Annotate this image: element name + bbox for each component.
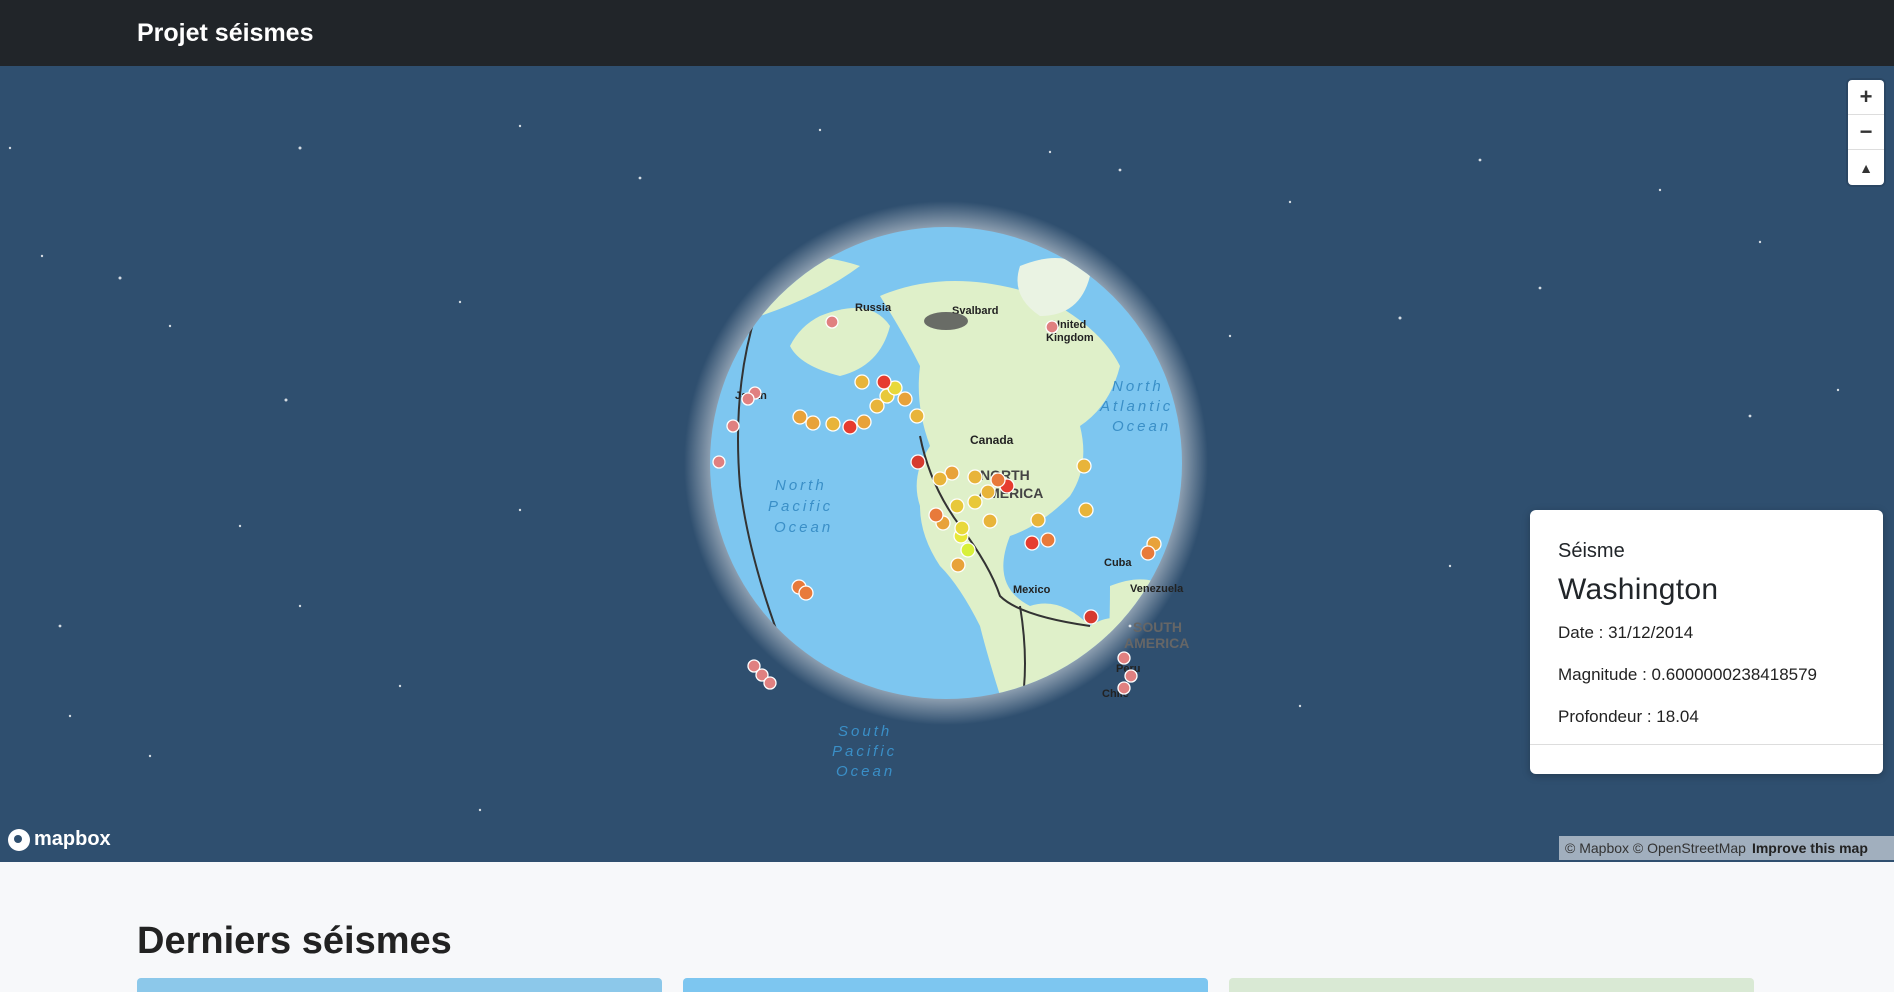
pole-marker [924, 312, 968, 330]
map-attribution: © Mapbox © OpenStreetMap Improve this ma… [1559, 836, 1894, 860]
compass-button[interactable]: ▲ [1848, 150, 1884, 185]
attribution-text[interactable]: © Mapbox © OpenStreetMap [1565, 840, 1746, 856]
popup-title: Washington [1558, 573, 1719, 606]
popup-magnitude: Magnitude : 0.6000000238418579 [1558, 665, 1818, 684]
label-atlantic-2: Atlantic [1099, 398, 1173, 415]
label-atlantic-3: Ocean [1112, 418, 1171, 435]
brand-title[interactable]: Projet séismes [137, 19, 314, 48]
mapbox-logo-text: mapbox [34, 828, 111, 850]
label-south-america-1: SOUTH [1133, 619, 1182, 635]
popup-date: Date : 31/12/2014 [1558, 623, 1694, 642]
label-uk-2: Kingdom [1046, 332, 1094, 344]
label-south-america-2: AMERICA [1124, 635, 1189, 651]
quake-card-thumb-2[interactable] [683, 978, 1208, 992]
label-s-pacific-1: South [838, 723, 892, 740]
earthquake-popup: Séisme Washington Date : 31/12/2014 Magn… [1530, 510, 1883, 774]
popup-kicker: Séisme [1558, 540, 1625, 562]
label-cuba: Cuba [1104, 557, 1132, 569]
label-canada: Canada [970, 433, 1014, 447]
label-s-pacific-2: Pacific [832, 743, 897, 760]
improve-map-link[interactable]: Improve this map [1752, 840, 1868, 856]
mapbox-logo[interactable]: mapbox [8, 828, 111, 851]
top-navbar: Projet séismes [0, 0, 1894, 66]
label-pacific-1: North [775, 477, 827, 494]
section-title: Derniers séismes [137, 920, 452, 962]
map-navigation-control: + − ▲ [1848, 80, 1884, 185]
label-s-pacific-3: Ocean [836, 763, 895, 780]
label-pacific-3: Ocean [774, 519, 833, 536]
label-atlantic-1: North [1112, 378, 1164, 395]
zoom-out-button[interactable]: − [1848, 115, 1884, 150]
map-canvas[interactable]: Russia Svalbard United Kingdom Canada NO… [0, 66, 1894, 862]
zoom-in-button[interactable]: + [1848, 80, 1884, 115]
label-pacific-2: Pacific [768, 498, 833, 515]
quake-card-thumb-3[interactable] [1229, 978, 1754, 992]
label-russia: Russia [855, 302, 892, 314]
popup-depth: Profondeur : 18.04 [1558, 707, 1699, 726]
quake-card-thumb-1[interactable] [137, 978, 662, 992]
label-venezuela: Venezuela [1130, 583, 1184, 595]
label-mexico: Mexico [1013, 584, 1051, 596]
popup-divider [1530, 744, 1883, 745]
mapbox-logo-icon [8, 828, 30, 851]
